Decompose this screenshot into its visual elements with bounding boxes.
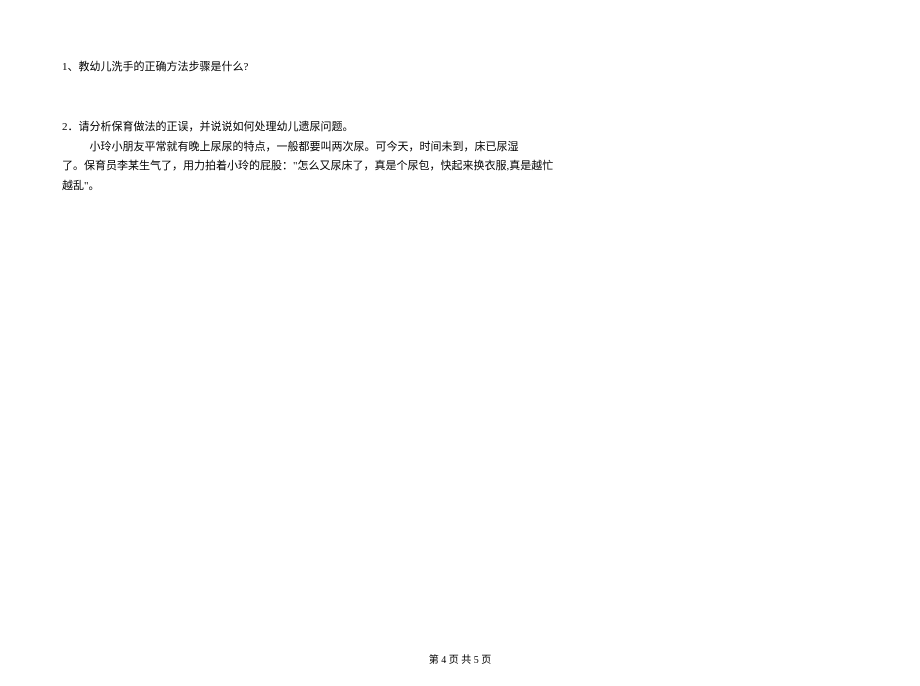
question-1: 1、教幼儿洗手的正确方法步骤是什么?: [62, 58, 858, 78]
question-1-text: 1、教幼儿洗手的正确方法步骤是什么?: [62, 58, 858, 78]
question-2: 2．请分析保育做法的正误，并说说如何处理幼儿遗尿问题。 小玲小朋友平常就有晚上尿…: [62, 118, 858, 197]
page-number: 第 4 页 共 5 页: [429, 655, 492, 666]
question-2-line2: 小玲小朋友平常就有晚上尿尿的特点，一般都要叫两次尿。可今天，时间未到，床已尿湿: [62, 138, 858, 158]
question-2-line3: 了。保育员李某生气了，用力拍着小玲的屁股："怎么又尿床了，真是个尿包，快起来换衣…: [62, 157, 858, 177]
document-content: 1、教幼儿洗手的正确方法步骤是什么? 2．请分析保育做法的正误，并说说如何处理幼…: [0, 0, 920, 197]
question-2-line4: 越乱"。: [62, 177, 858, 197]
page-footer: 第 4 页 共 5 页: [0, 651, 920, 666]
question-2-line1: 2．请分析保育做法的正误，并说说如何处理幼儿遗尿问题。: [62, 118, 858, 138]
